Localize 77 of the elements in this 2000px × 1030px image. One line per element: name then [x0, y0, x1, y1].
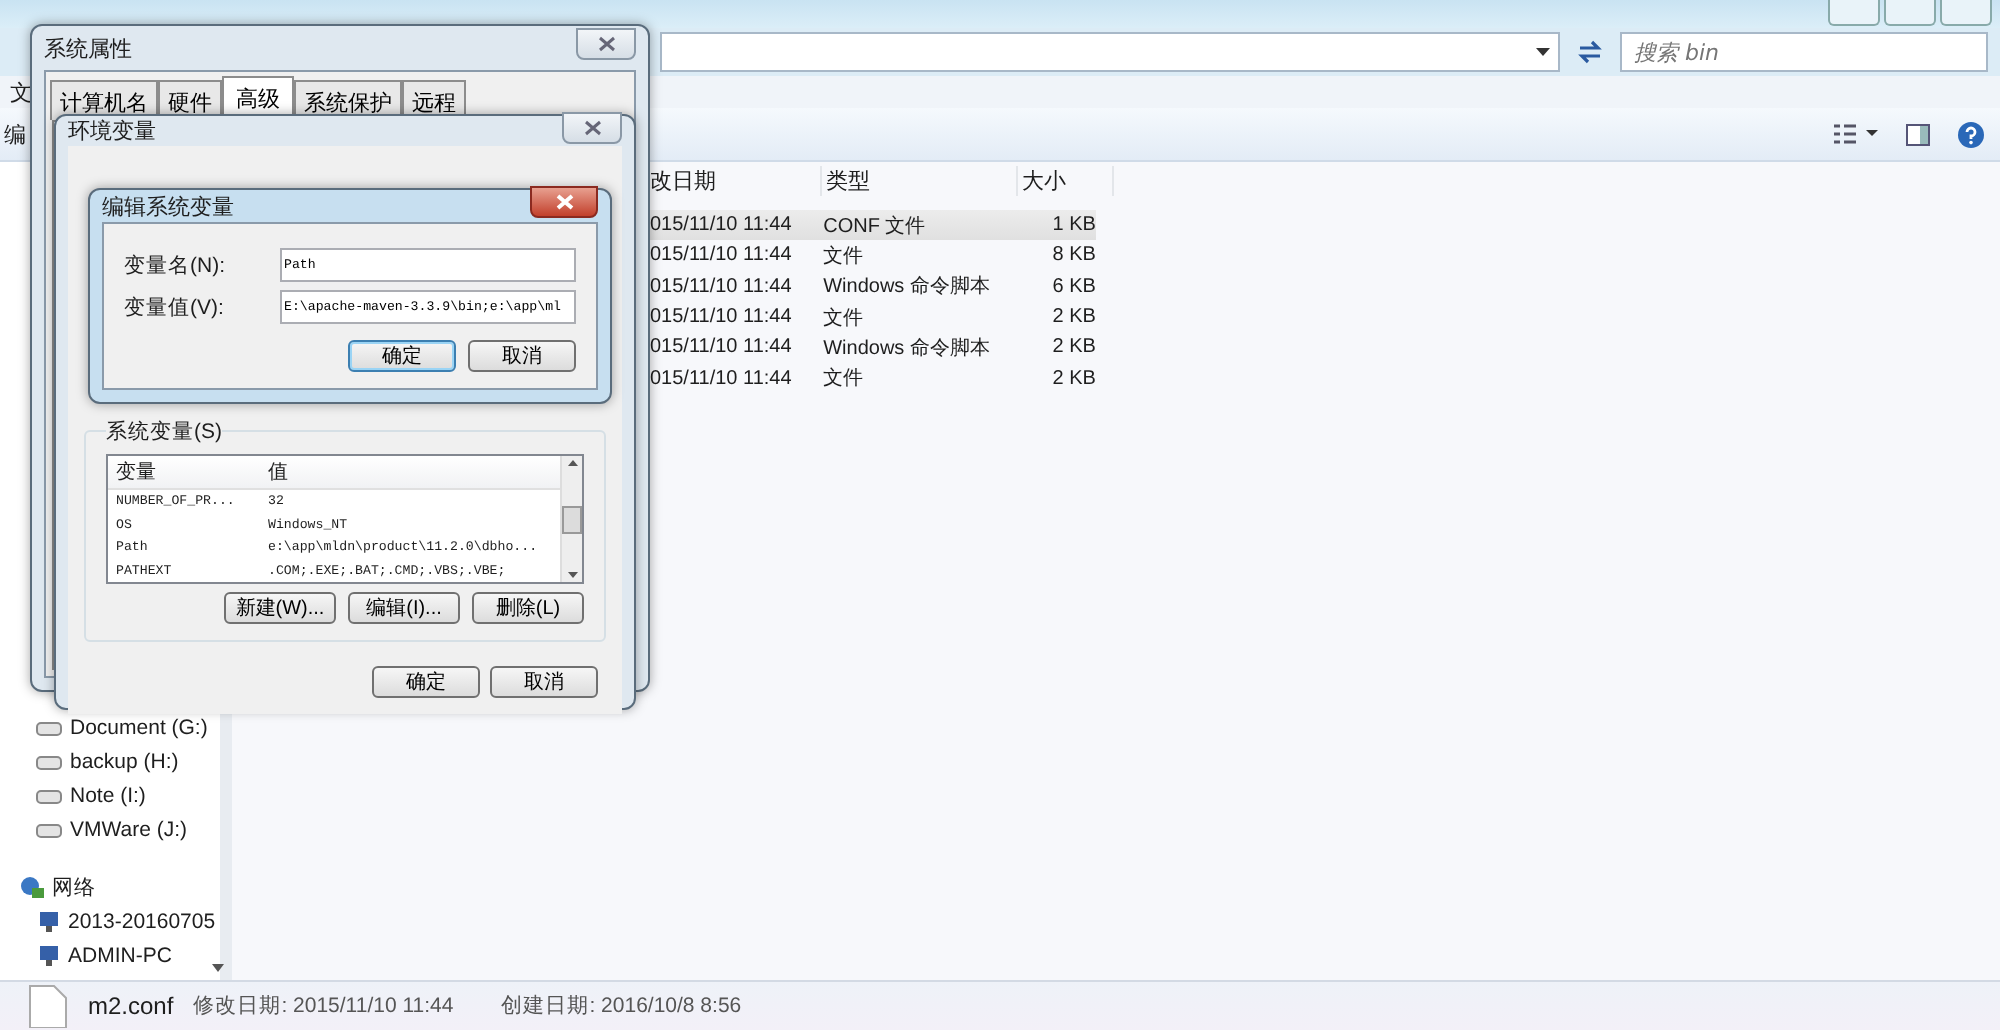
nav-item[interactable]: 2013-20160705 [36, 908, 220, 936]
size-cell-text: 6 KB [1050, 275, 1096, 298]
computer-icon [36, 910, 60, 934]
scroll-up-icon[interactable] [567, 460, 577, 466]
window-title: 系统属性 [44, 35, 132, 63]
close-button[interactable] [530, 186, 598, 218]
type-cell-text: 文件 [821, 365, 866, 393]
network-icon [20, 876, 44, 900]
scrollbar[interactable] [560, 456, 582, 582]
drive-icon [36, 755, 62, 769]
size-cell-text: 2 KB [1050, 336, 1096, 359]
dropdown-arrow-icon [1536, 48, 1550, 56]
close-button[interactable] [576, 28, 636, 60]
close-button[interactable] [562, 111, 622, 143]
nav-item[interactable]: ADMIN-PC [36, 942, 220, 970]
size-cell-text: 2 KB [1050, 367, 1096, 390]
field-label: 变量值(V): [124, 293, 226, 321]
file-row[interactable]: 015/11/10 11:44 文件 8 KB [646, 240, 1096, 272]
type-cell-text: 文件 [821, 305, 866, 332]
window-title: 编辑系统变量 [102, 193, 234, 221]
file-row[interactable]: 015/11/10 11:44 文件 2 KB [646, 362, 1096, 394]
toolbar-item[interactable]: 编 [4, 119, 26, 149]
nav-item[interactable]: Document (G:) [36, 714, 220, 742]
type-cell-text: 文件 [821, 243, 866, 270]
column-header[interactable]: 大小 [1018, 165, 1114, 195]
menu-item[interactable]: 文 [10, 77, 32, 107]
preview-pane-icon[interactable] [1906, 123, 1930, 145]
column-header[interactable]: 值 [260, 458, 560, 486]
scroll-down-icon[interactable] [212, 964, 224, 972]
date-cell-text: 015/11/10 11:44 [648, 244, 794, 267]
file-row[interactable]: 015/11/10 11:44 Windows 命令脚本 2 KB [646, 332, 1096, 363]
dialog-button[interactable]: 取消 [468, 340, 576, 372]
nav-item[interactable]: Note (I:) [36, 782, 220, 810]
date-cell-text: 015/11/10 11:44 [648, 367, 794, 390]
file-name: m2.conf [88, 992, 174, 1020]
file-row[interactable]: 015/11/10 11:44 CONF 文件 1 KB [646, 210, 1096, 241]
drive-icon [36, 789, 62, 803]
nav-item[interactable]: VMWare (J:) [36, 816, 220, 844]
date-cell-text: 015/11/10 11:44 [648, 336, 794, 359]
drive-icon [36, 823, 62, 837]
date-cell-text: 015/11/10 11:44 [648, 214, 794, 237]
size-cell-text: 8 KB [1050, 244, 1096, 267]
view-options-icon[interactable] [1834, 124, 1878, 144]
date-cell-text: 015/11/10 11:44 [648, 275, 794, 298]
group-label: 系统变量(S) [106, 418, 222, 446]
list-button[interactable]: 编辑(I)... [348, 592, 460, 624]
created-date: 创建日期: 2016/10/8 8:56 [501, 992, 742, 1020]
dialog-button[interactable]: 确定 [348, 340, 456, 372]
type-cell-text: CONF 文件 [821, 213, 928, 240]
help-icon[interactable] [1958, 121, 1984, 147]
list-button[interactable]: 新建(W)... [224, 592, 336, 624]
file-row[interactable]: 015/11/10 11:44 Windows 命令脚本 6 KB [646, 271, 1096, 302]
window-title: 环境变量 [68, 117, 156, 146]
file-icon [28, 984, 68, 1028]
close-icon [597, 36, 615, 52]
dialog-button[interactable]: 确定 [372, 666, 480, 698]
file-row[interactable]: 015/11/10 11:44 文件 2 KB [646, 301, 1096, 333]
field-label: 变量名(N): [124, 251, 227, 279]
search-field[interactable]: 搜索 bin [1620, 32, 1988, 72]
list-button[interactable]: 删除(L) [472, 592, 584, 624]
column-header[interactable]: 变量 [108, 458, 260, 486]
size-cell-text: 1 KB [1050, 214, 1096, 237]
type-cell-text: Windows 命令脚本 [821, 273, 992, 301]
nav-item[interactable]: 网络 [20, 874, 220, 902]
size-cell-text: 2 KB [1050, 306, 1096, 329]
nav-item[interactable]: backup (H:) [36, 748, 220, 776]
modified-date: 修改日期: 2015/11/10 11:44 [193, 992, 454, 1020]
type-cell-text: Windows 命令脚本 [821, 335, 992, 362]
refresh-icon[interactable] [1576, 40, 1604, 64]
computer-icon [36, 944, 60, 968]
close-icon [583, 119, 601, 135]
date-cell-text: 015/11/10 11:44 [648, 306, 794, 329]
column-header[interactable]: 类型 [822, 165, 1018, 195]
dialog-button[interactable]: 取消 [490, 666, 598, 698]
scroll-down-icon[interactable] [567, 572, 577, 578]
drive-icon [36, 721, 62, 735]
close-icon [555, 194, 573, 210]
